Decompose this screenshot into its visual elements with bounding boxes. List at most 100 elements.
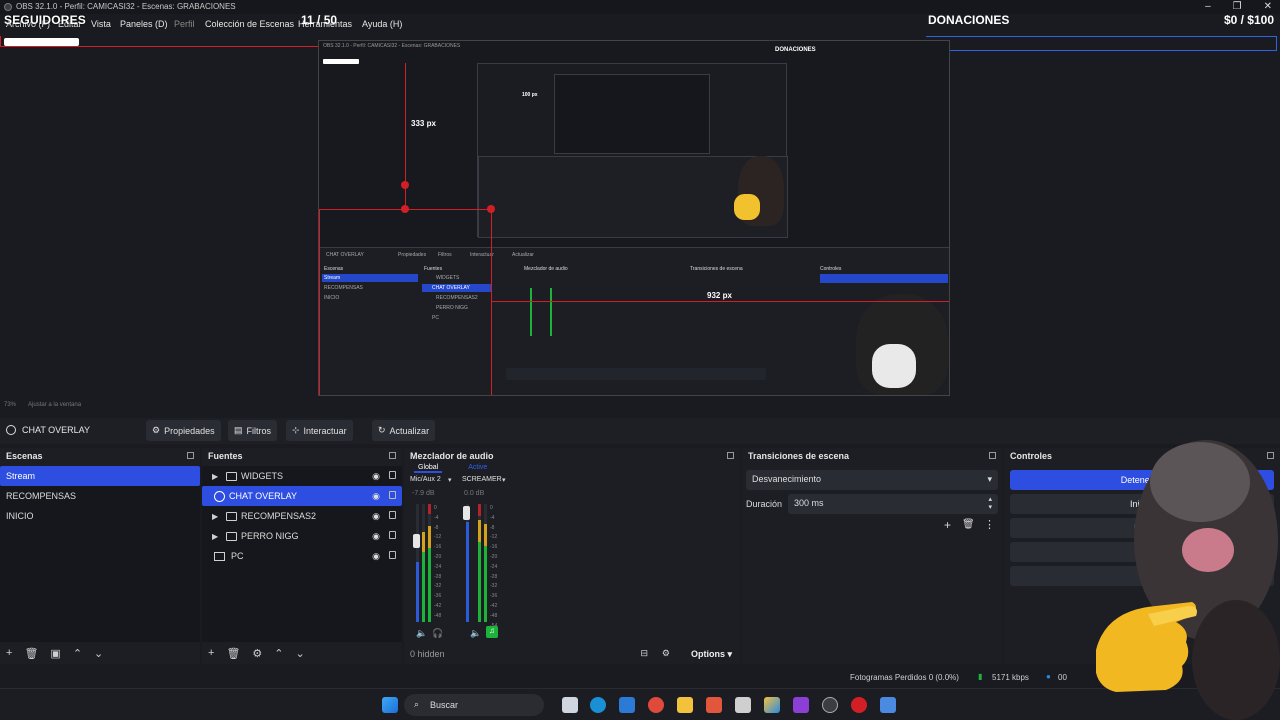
menu-profile[interactable]: Perfil xyxy=(174,19,195,29)
volume-fader[interactable] xyxy=(463,506,470,520)
menu-docks[interactable]: Paneles (D) xyxy=(120,19,168,29)
speaker-icon[interactable]: 🔈 xyxy=(470,628,481,639)
move-up-icon[interactable]: ⌃ xyxy=(274,647,283,660)
headphones-icon[interactable]: 🎧 xyxy=(432,628,443,639)
refresh-button[interactable]: ↻ Actualizar xyxy=(372,420,436,441)
chevron-down-icon[interactable]: ▾ xyxy=(502,476,506,484)
menu-view[interactable]: Vista xyxy=(91,19,111,29)
stepper-icon[interactable]: ▴ ▾ xyxy=(988,496,992,512)
undock-icon[interactable] xyxy=(187,452,194,459)
windows-start-icon[interactable] xyxy=(382,697,398,713)
chrome-icon[interactable] xyxy=(648,697,664,713)
channel-name[interactable]: Mic/Aux 2 xyxy=(410,476,441,483)
move-up-icon[interactable]: ⌃ xyxy=(73,647,82,660)
file-explorer-icon[interactable] xyxy=(677,697,693,713)
transform-handle[interactable] xyxy=(401,181,409,189)
gear-icon: ⚙ xyxy=(152,425,161,435)
tab-active[interactable]: Active xyxy=(468,464,487,473)
taskbar-search[interactable]: ⌕ Buscar xyxy=(404,694,544,716)
edge-icon[interactable] xyxy=(590,697,606,713)
add-icon[interactable]: + xyxy=(944,518,951,532)
duration-input[interactable]: 300 ms ▴ ▾ xyxy=(788,494,998,514)
move-down-icon[interactable]: ⌄ xyxy=(296,647,305,660)
nested-scene-item: INICIO xyxy=(324,295,340,301)
zoom-mode[interactable]: Ajustar a la ventana xyxy=(28,402,81,408)
properties-button[interactable]: ⚙ Propiedades xyxy=(146,420,221,441)
transform-handle[interactable] xyxy=(401,205,409,213)
app-icon[interactable] xyxy=(793,697,809,713)
trash-icon[interactable]: 🗑 xyxy=(24,647,38,660)
chevron-right-icon[interactable]: ▶ xyxy=(212,532,222,541)
transform-handle[interactable] xyxy=(487,205,495,213)
undock-icon[interactable] xyxy=(727,452,734,459)
app-icon[interactable] xyxy=(735,697,751,713)
source-item[interactable]: PC ◉ xyxy=(202,546,402,566)
refresh-icon: ↻ xyxy=(378,425,386,435)
scene-item[interactable]: Stream xyxy=(0,466,200,486)
headphones-icon[interactable]: ♫ xyxy=(486,626,498,638)
source-item[interactable]: CHAT OVERLAY ◉ xyxy=(202,486,402,506)
maximize-button[interactable]: ❐ xyxy=(1233,1,1242,12)
app-icon[interactable] xyxy=(706,697,722,713)
source-item[interactable]: ▶ RECOMPENSAS2 ◉ xyxy=(202,506,402,526)
lock-icon[interactable] xyxy=(389,531,396,539)
more-icon[interactable]: ⋮ xyxy=(984,518,995,531)
trash-icon[interactable]: 🗑 xyxy=(226,647,240,660)
interact-button[interactable]: ⊹ Interactuar xyxy=(286,420,353,441)
nested-properties: Propiedades xyxy=(398,252,427,258)
layout-icon[interactable]: ⊟ xyxy=(640,648,648,659)
store-icon[interactable] xyxy=(619,697,635,713)
chevron-right-icon[interactable]: ▶ xyxy=(212,512,222,521)
eye-icon[interactable]: ◉ xyxy=(372,511,380,522)
options-button[interactable]: Options ▾ xyxy=(691,649,732,660)
eye-icon[interactable]: ◉ xyxy=(372,491,380,502)
nested-taskbar xyxy=(506,368,766,380)
eye-icon[interactable]: ◉ xyxy=(372,471,380,482)
volume-fader[interactable] xyxy=(413,534,420,548)
move-down-icon[interactable]: ⌄ xyxy=(94,647,103,660)
chevron-right-icon[interactable]: ▶ xyxy=(212,472,222,481)
speaker-icon[interactable]: 🔈 xyxy=(416,628,427,639)
zoom-level[interactable]: 73% xyxy=(4,402,16,408)
settings-icon[interactable]: ⚙ xyxy=(662,648,670,659)
scene-item[interactable]: INICIO xyxy=(0,506,200,526)
obs-taskbar-icon[interactable] xyxy=(822,697,838,713)
menu-scene-collection[interactable]: Colección de Escenas xyxy=(205,19,294,29)
add-icon[interactable]: + xyxy=(6,647,12,659)
eye-icon[interactable]: ◉ xyxy=(372,551,380,562)
source-item[interactable]: ▶ PERRO NIGG ◉ xyxy=(202,526,402,546)
opera-icon[interactable] xyxy=(851,697,867,713)
preview-canvas[interactable]: OBS 32.1.0 - Perfil: CAMICASI32 - Escena… xyxy=(0,34,1280,408)
hidden-count: 0 hidden xyxy=(410,649,445,659)
lock-icon[interactable] xyxy=(389,491,396,499)
folder-icon xyxy=(226,471,237,481)
eye-icon[interactable]: ◉ xyxy=(372,531,380,542)
menu-help[interactable]: Ayuda (H) xyxy=(362,19,402,29)
filters-button[interactable]: ▤ Filtros xyxy=(228,420,278,441)
trash-icon[interactable]: 🗑 xyxy=(962,519,975,530)
task-view-icon[interactable] xyxy=(562,697,578,713)
lock-icon[interactable] xyxy=(389,511,396,519)
filter-icon[interactable]: ▣ xyxy=(50,647,60,660)
scene-item[interactable]: RECOMPENSAS xyxy=(0,486,200,506)
folder-icon xyxy=(226,531,237,541)
bbox-guide xyxy=(319,395,491,396)
volume-meter xyxy=(428,504,431,622)
close-button[interactable]: ✕ xyxy=(1264,1,1272,12)
tab-global[interactable]: Global xyxy=(414,464,443,473)
chevron-down-icon[interactable]: ▾ xyxy=(448,476,452,484)
add-icon[interactable]: + xyxy=(208,647,214,659)
minimize-button[interactable]: – xyxy=(1205,1,1211,12)
undock-icon[interactable] xyxy=(989,452,996,459)
nested-scenes-header: Escenas xyxy=(324,266,344,272)
gear-icon[interactable]: ⚙ xyxy=(252,647,262,660)
app-icon[interactable] xyxy=(764,697,780,713)
lock-icon[interactable] xyxy=(389,471,396,479)
transition-select[interactable]: Desvanecimiento ▾ xyxy=(746,470,998,490)
nested-scene-item: RECOMPENSAS xyxy=(324,285,363,291)
app-icon[interactable] xyxy=(880,697,896,713)
source-item[interactable]: ▶ WIDGETS ◉ xyxy=(202,466,402,486)
undock-icon[interactable] xyxy=(389,452,396,459)
channel-name[interactable]: SCREAMER xyxy=(462,476,502,483)
lock-icon[interactable] xyxy=(389,551,396,559)
